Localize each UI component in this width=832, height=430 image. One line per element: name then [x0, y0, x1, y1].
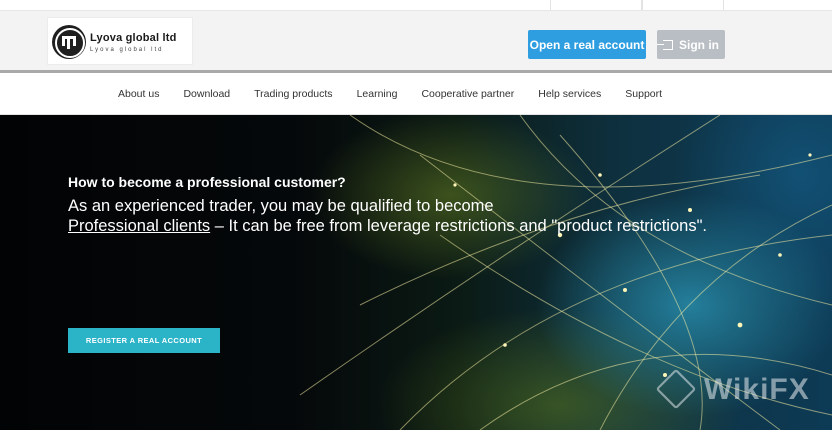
hero-description-line: As an experienced trader, you may be qua… [68, 197, 494, 215]
brand-name: Lyova global ltd [90, 32, 177, 44]
watermark-text: WikiFX [704, 373, 810, 406]
nav-item-learning[interactable]: Learning [357, 88, 398, 100]
nav-item-help-services[interactable]: Help services [538, 88, 601, 100]
main-navigation: About us Download Trading products Learn… [0, 73, 832, 115]
hero-title: How to become a professional customer? [68, 174, 346, 190]
brand-tagline: Lyova global ltd [90, 47, 164, 53]
top-utility-bar [0, 0, 832, 10]
sign-in-button[interactable]: Sign in [657, 30, 725, 59]
nav-item-about-us[interactable]: About us [118, 88, 159, 100]
hero-banner: How to become a professional customer? A… [0, 115, 832, 430]
sign-in-icon [657, 39, 673, 50]
nav-item-download[interactable]: Download [183, 88, 230, 100]
language-selector[interactable] [550, 0, 642, 10]
nav-item-cooperative-partner[interactable]: Cooperative partner [421, 88, 514, 100]
professional-clients-link[interactable]: Professional clients [68, 217, 210, 235]
watermark: WikiFX [655, 368, 826, 413]
nav-item-trading-products[interactable]: Trading products [254, 88, 332, 100]
hero-description-rest: – It can be free from leverage restricti… [210, 217, 708, 235]
nav-item-support[interactable]: Support [625, 88, 662, 100]
lyova-logo-icon [52, 25, 86, 59]
wikifx-logo-icon [655, 368, 697, 410]
sign-in-label: Sign in [679, 37, 719, 52]
register-real-account-button[interactable]: REGISTER A REAL ACCOUNT [68, 328, 220, 353]
open-real-account-button[interactable]: Open a real account [528, 30, 646, 59]
hero-description-line-2: Professional clients – It can be free fr… [68, 217, 707, 236]
region-selector[interactable] [642, 0, 724, 10]
brand-logo[interactable]: Lyova global ltd Lyova global ltd [47, 17, 193, 65]
site-header: Lyova global ltd Lyova global ltd Open a… [0, 10, 832, 70]
